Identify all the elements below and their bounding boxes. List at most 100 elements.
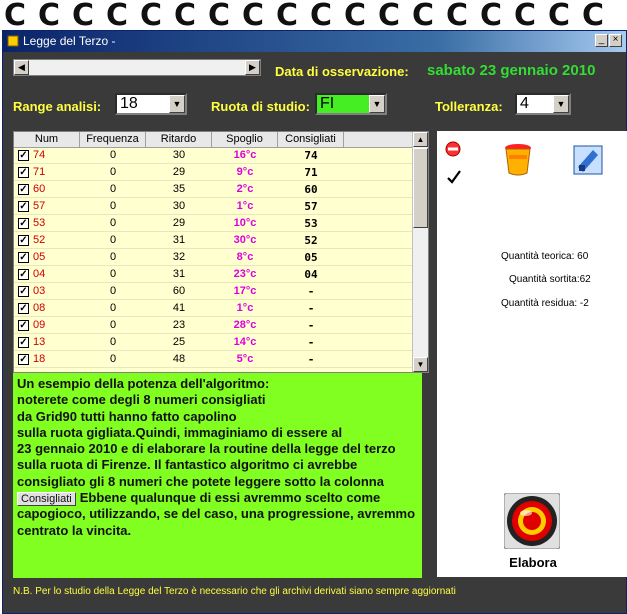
cell-spo: 8°c xyxy=(236,251,254,263)
row-checkbox[interactable]: ✓ xyxy=(18,354,29,365)
cell-rit: 41 xyxy=(172,302,186,314)
cell-con: 04 xyxy=(304,268,318,281)
info-line: sulla ruota di Firenze. Il fantastico al… xyxy=(17,457,358,473)
cell-num: 03 xyxy=(33,285,46,297)
row-checkbox[interactable]: ✓ xyxy=(18,337,29,348)
row-checkbox[interactable]: ✓ xyxy=(18,150,29,161)
chevron-down-icon[interactable]: ▼ xyxy=(553,95,569,113)
range-label: Range analisi: xyxy=(13,99,102,114)
table-row[interactable]: ✓ 60 0 35 2°c 60 xyxy=(14,182,414,198)
quantita-sortita: Quantità sortita:62 xyxy=(509,274,591,285)
row-checkbox[interactable]: ✓ xyxy=(18,269,29,280)
info-line: noterete come degli 8 numeri consigliati xyxy=(17,392,266,408)
quantita-teorica: Quantità teorica: 60 xyxy=(501,251,589,262)
cell-spo: 10°c xyxy=(233,217,257,229)
cell-rit: 23 xyxy=(172,319,186,331)
cell-rit: 60 xyxy=(172,285,186,297)
minimize-icon[interactable]: _ xyxy=(595,34,608,47)
scroll-down-icon[interactable]: ▼ xyxy=(413,357,428,372)
tolleranza-select[interactable]: 4 ▼ xyxy=(515,93,571,115)
scroll-thumb[interactable] xyxy=(413,148,428,228)
cell-con: 60 xyxy=(304,183,318,196)
close-icon[interactable]: × xyxy=(609,34,622,47)
cell-rit: 32 xyxy=(172,251,186,263)
table-row[interactable]: ✓ 04 0 31 23°c 04 xyxy=(14,267,414,283)
chevron-down-icon[interactable]: ▼ xyxy=(369,95,385,113)
column-header-frequenza[interactable]: Frequenza xyxy=(80,132,146,148)
cell-freq: 0 xyxy=(109,268,117,280)
cell-freq: 0 xyxy=(109,166,117,178)
cell-spo: 30°c xyxy=(233,234,257,246)
date-scrollbar[interactable]: ◀ ▶ xyxy=(13,59,261,76)
cell-con: 71 xyxy=(304,166,318,179)
info-line: consigliato gli 8 numeri che potete legg… xyxy=(17,473,384,489)
cell-spo: 5°c xyxy=(236,353,254,365)
row-checkbox[interactable]: ✓ xyxy=(18,201,29,212)
table-row[interactable]: ✓ 18 0 48 5°c - xyxy=(14,352,414,368)
cell-num: 08 xyxy=(33,302,46,314)
cell-con: - xyxy=(307,336,315,349)
chevron-down-icon[interactable]: ▼ xyxy=(169,95,185,113)
row-checkbox[interactable]: ✓ xyxy=(18,184,29,195)
row-checkbox[interactable]: ✓ xyxy=(18,218,29,229)
cell-rit: 29 xyxy=(172,217,186,229)
elabora-icon[interactable] xyxy=(504,493,560,549)
info-line: Un esempio della potenza dell'algoritmo: xyxy=(17,376,270,391)
cell-num: 05 xyxy=(33,251,46,263)
row-checkbox[interactable]: ✓ xyxy=(18,303,29,314)
table-row[interactable]: ✓ 53 0 29 10°c 53 xyxy=(14,216,414,232)
check-icon[interactable] xyxy=(446,169,462,185)
scroll-left-icon[interactable]: ◀ xyxy=(14,60,29,75)
cell-freq: 0 xyxy=(109,234,117,246)
column-header-num[interactable]: Num xyxy=(14,132,80,148)
cell-freq: 0 xyxy=(109,353,117,365)
ruota-value: FI xyxy=(320,95,335,112)
row-checkbox[interactable]: ✓ xyxy=(18,167,29,178)
ruota-select[interactable]: FI ▼ xyxy=(315,93,387,115)
cell-num: 52 xyxy=(33,234,46,246)
cell-num: 04 xyxy=(33,268,46,280)
table-row[interactable]: ✓ 08 0 41 1°c - xyxy=(14,301,414,317)
table-row[interactable]: ✓ 05 0 32 8°c 05 xyxy=(14,250,414,266)
blue-disk-icon[interactable] xyxy=(573,145,603,175)
numbers-table: Num Frequenza Ritardo Spoglio Consigliat… xyxy=(13,131,429,373)
explanation-panel: Un esempio della potenza dell'algoritmo:… xyxy=(13,373,422,578)
row-checkbox[interactable]: ✓ xyxy=(18,252,29,263)
table-row[interactable]: ✓ 09 0 23 28°c - xyxy=(14,318,414,334)
cell-rit: 25 xyxy=(172,336,186,348)
title-bar: Legge del Terzo - _ × xyxy=(3,31,626,52)
table-row[interactable]: ✓ 03 0 60 17°c - xyxy=(14,284,414,300)
cell-freq: 0 xyxy=(109,149,117,161)
column-header-consigliati[interactable]: Consigliati xyxy=(278,132,344,148)
scroll-right-icon[interactable]: ▶ xyxy=(245,60,260,75)
info-line: 23 gennaio 2010 e di elaborare la routin… xyxy=(17,441,396,457)
elabora-button-label[interactable]: Elabora xyxy=(501,555,565,570)
cell-freq: 0 xyxy=(109,217,117,229)
range-select[interactable]: 18 ▼ xyxy=(115,93,187,115)
no-entry-icon[interactable] xyxy=(445,141,461,157)
row-checkbox[interactable]: ✓ xyxy=(18,286,29,297)
info-line: sulla ruota gigliata.Quindi, immaginiamo… xyxy=(17,424,343,440)
table-row[interactable]: ✓ 13 0 25 14°c - xyxy=(14,335,414,351)
table-scrollbar[interactable]: ▲ ▼ xyxy=(412,132,428,372)
column-header-ritardo[interactable]: Ritardo xyxy=(146,132,212,148)
cell-rit: 31 xyxy=(172,268,186,280)
consigliati-button[interactable]: Consigliati xyxy=(17,492,76,507)
table-row[interactable]: ✓ 57 0 30 1°c 57 xyxy=(14,199,414,215)
row-checkbox[interactable]: ✓ xyxy=(18,235,29,246)
cell-spo: 1°c xyxy=(236,200,254,212)
column-header-spoglio[interactable]: Spoglio xyxy=(212,132,278,148)
cell-spo: 14°c xyxy=(233,336,257,348)
row-checkbox[interactable]: ✓ xyxy=(18,320,29,331)
table-row[interactable]: ✓ 71 0 29 9°c 71 xyxy=(14,165,414,181)
info-line: Ebbene qualunque di essi avremmo scelto … xyxy=(79,490,381,506)
scroll-up-icon[interactable]: ▲ xyxy=(413,132,428,147)
cell-spo: 16°c xyxy=(233,149,257,161)
cell-spo: 23°c xyxy=(233,268,257,280)
cell-num: 09 xyxy=(33,319,46,331)
table-row[interactable]: ✓ 74 0 30 16°c 74 xyxy=(14,148,414,164)
table-row[interactable]: ✓ 52 0 31 30°c 52 xyxy=(14,233,414,249)
cell-spo: 2°c xyxy=(236,183,254,195)
bucket-icon[interactable] xyxy=(503,143,533,177)
tolleranza-value: 4 xyxy=(520,95,529,112)
